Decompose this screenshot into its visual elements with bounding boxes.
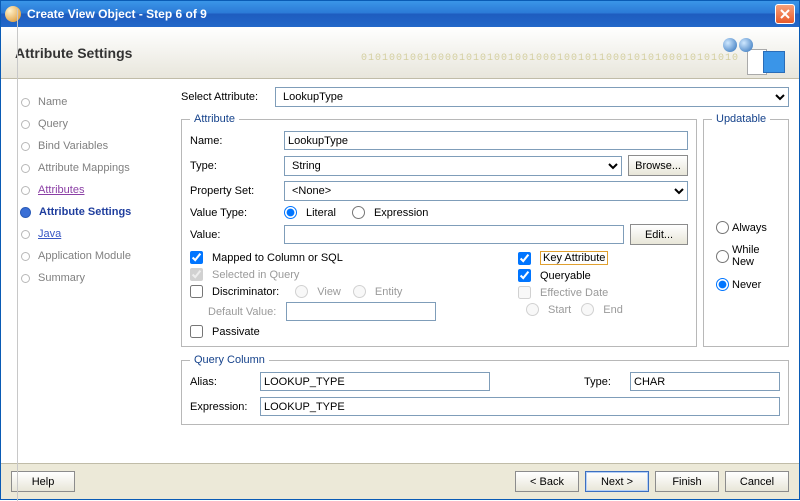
property-set-dropdown[interactable]: <None> — [284, 181, 688, 201]
while-new-radio[interactable]: While New — [716, 244, 780, 268]
glasses-icon — [723, 35, 755, 55]
literal-radio[interactable]: Literal — [284, 206, 336, 219]
qc-type-label: Type: — [584, 376, 622, 388]
finish-button[interactable]: Finish — [655, 471, 719, 492]
step-application-module[interactable]: Application Module — [9, 245, 175, 267]
step-name[interactable]: Name — [9, 91, 175, 113]
close-icon — [780, 9, 790, 19]
start-radio: Start — [526, 303, 571, 316]
footer-buttons: Help < Back Next > Finish Cancel — [1, 463, 799, 499]
header: Attribute Settings 010100100100001010100… — [1, 27, 799, 79]
property-set-label: Property Set: — [190, 185, 278, 197]
step-attribute-settings[interactable]: Attribute Settings — [9, 201, 175, 223]
entity-radio: Entity — [353, 285, 403, 298]
type-label: Type: — [190, 160, 278, 172]
close-button[interactable] — [775, 4, 795, 24]
discriminator-checkbox[interactable]: Discriminator: — [190, 285, 279, 298]
step-summary[interactable]: Summary — [9, 267, 175, 289]
step-attributes[interactable]: Attributes — [9, 179, 175, 201]
cube-icon — [763, 51, 785, 73]
always-radio[interactable]: Always — [716, 221, 780, 234]
page-title: Attribute Settings — [15, 45, 132, 61]
passivate-checkbox[interactable]: Passivate — [190, 325, 518, 338]
select-attribute-dropdown[interactable]: LookupType — [275, 87, 789, 107]
view-radio: View — [295, 285, 341, 298]
expression-radio[interactable]: Expression — [352, 206, 428, 219]
query-column-legend: Query Column — [190, 354, 269, 366]
value-type-label: Value Type: — [190, 207, 278, 219]
mapped-checkbox[interactable]: Mapped to Column or SQL — [190, 251, 518, 264]
step-bind-variables[interactable]: Bind Variables — [9, 135, 175, 157]
name-label: Name: — [190, 135, 278, 147]
updatable-legend: Updatable — [712, 113, 770, 125]
titlebar: Create View Object - Step 6 of 9 — [1, 1, 799, 27]
edit-button[interactable]: Edit... — [630, 224, 688, 245]
app-icon — [5, 6, 21, 22]
query-column-fieldset: Query Column Alias: Type: Expression: — [181, 354, 789, 425]
help-button[interactable]: Help — [11, 471, 75, 492]
effective-date-checkbox: Effective Date — [518, 286, 688, 299]
qc-expression-input[interactable] — [260, 397, 780, 416]
attribute-legend: Attribute — [190, 113, 239, 125]
key-attribute-checkbox[interactable]: Key Attribute — [518, 251, 688, 265]
expression-label: Expression: — [190, 401, 252, 413]
default-value-label: Default Value: — [208, 306, 276, 318]
back-button[interactable]: < Back — [515, 471, 579, 492]
wizard-steps: Name Query Bind Variables Attribute Mapp… — [1, 79, 175, 463]
updatable-fieldset: Updatable Always While New Never — [703, 113, 789, 347]
step-attribute-mappings[interactable]: Attribute Mappings — [9, 157, 175, 179]
attribute-fieldset: Attribute Name: Type: String Browse... P… — [181, 113, 697, 347]
alias-input[interactable] — [260, 372, 490, 391]
queryable-checkbox[interactable]: Queryable — [518, 269, 688, 282]
browse-button[interactable]: Browse... — [628, 155, 688, 176]
alias-label: Alias: — [190, 376, 252, 388]
selected-in-query-checkbox: Selected in Query — [190, 268, 518, 281]
value-label: Value: — [190, 229, 278, 241]
name-input[interactable] — [284, 131, 688, 150]
end-radio: End — [581, 303, 623, 316]
select-attribute-label: Select Attribute: — [181, 91, 269, 103]
step-java[interactable]: Java — [9, 223, 175, 245]
never-radio[interactable]: Never — [716, 278, 780, 291]
window-title: Create View Object - Step 6 of 9 — [27, 7, 775, 21]
header-graphic — [719, 31, 789, 75]
default-value-input — [286, 302, 436, 321]
type-dropdown[interactable]: String — [284, 156, 622, 176]
next-button[interactable]: Next > — [585, 471, 649, 492]
decorative-binary: 0101001001000010101001001000100101100010… — [361, 53, 739, 64]
qc-type-input[interactable] — [630, 372, 780, 391]
cancel-button[interactable]: Cancel — [725, 471, 789, 492]
value-input[interactable] — [284, 225, 624, 244]
step-query[interactable]: Query — [9, 113, 175, 135]
